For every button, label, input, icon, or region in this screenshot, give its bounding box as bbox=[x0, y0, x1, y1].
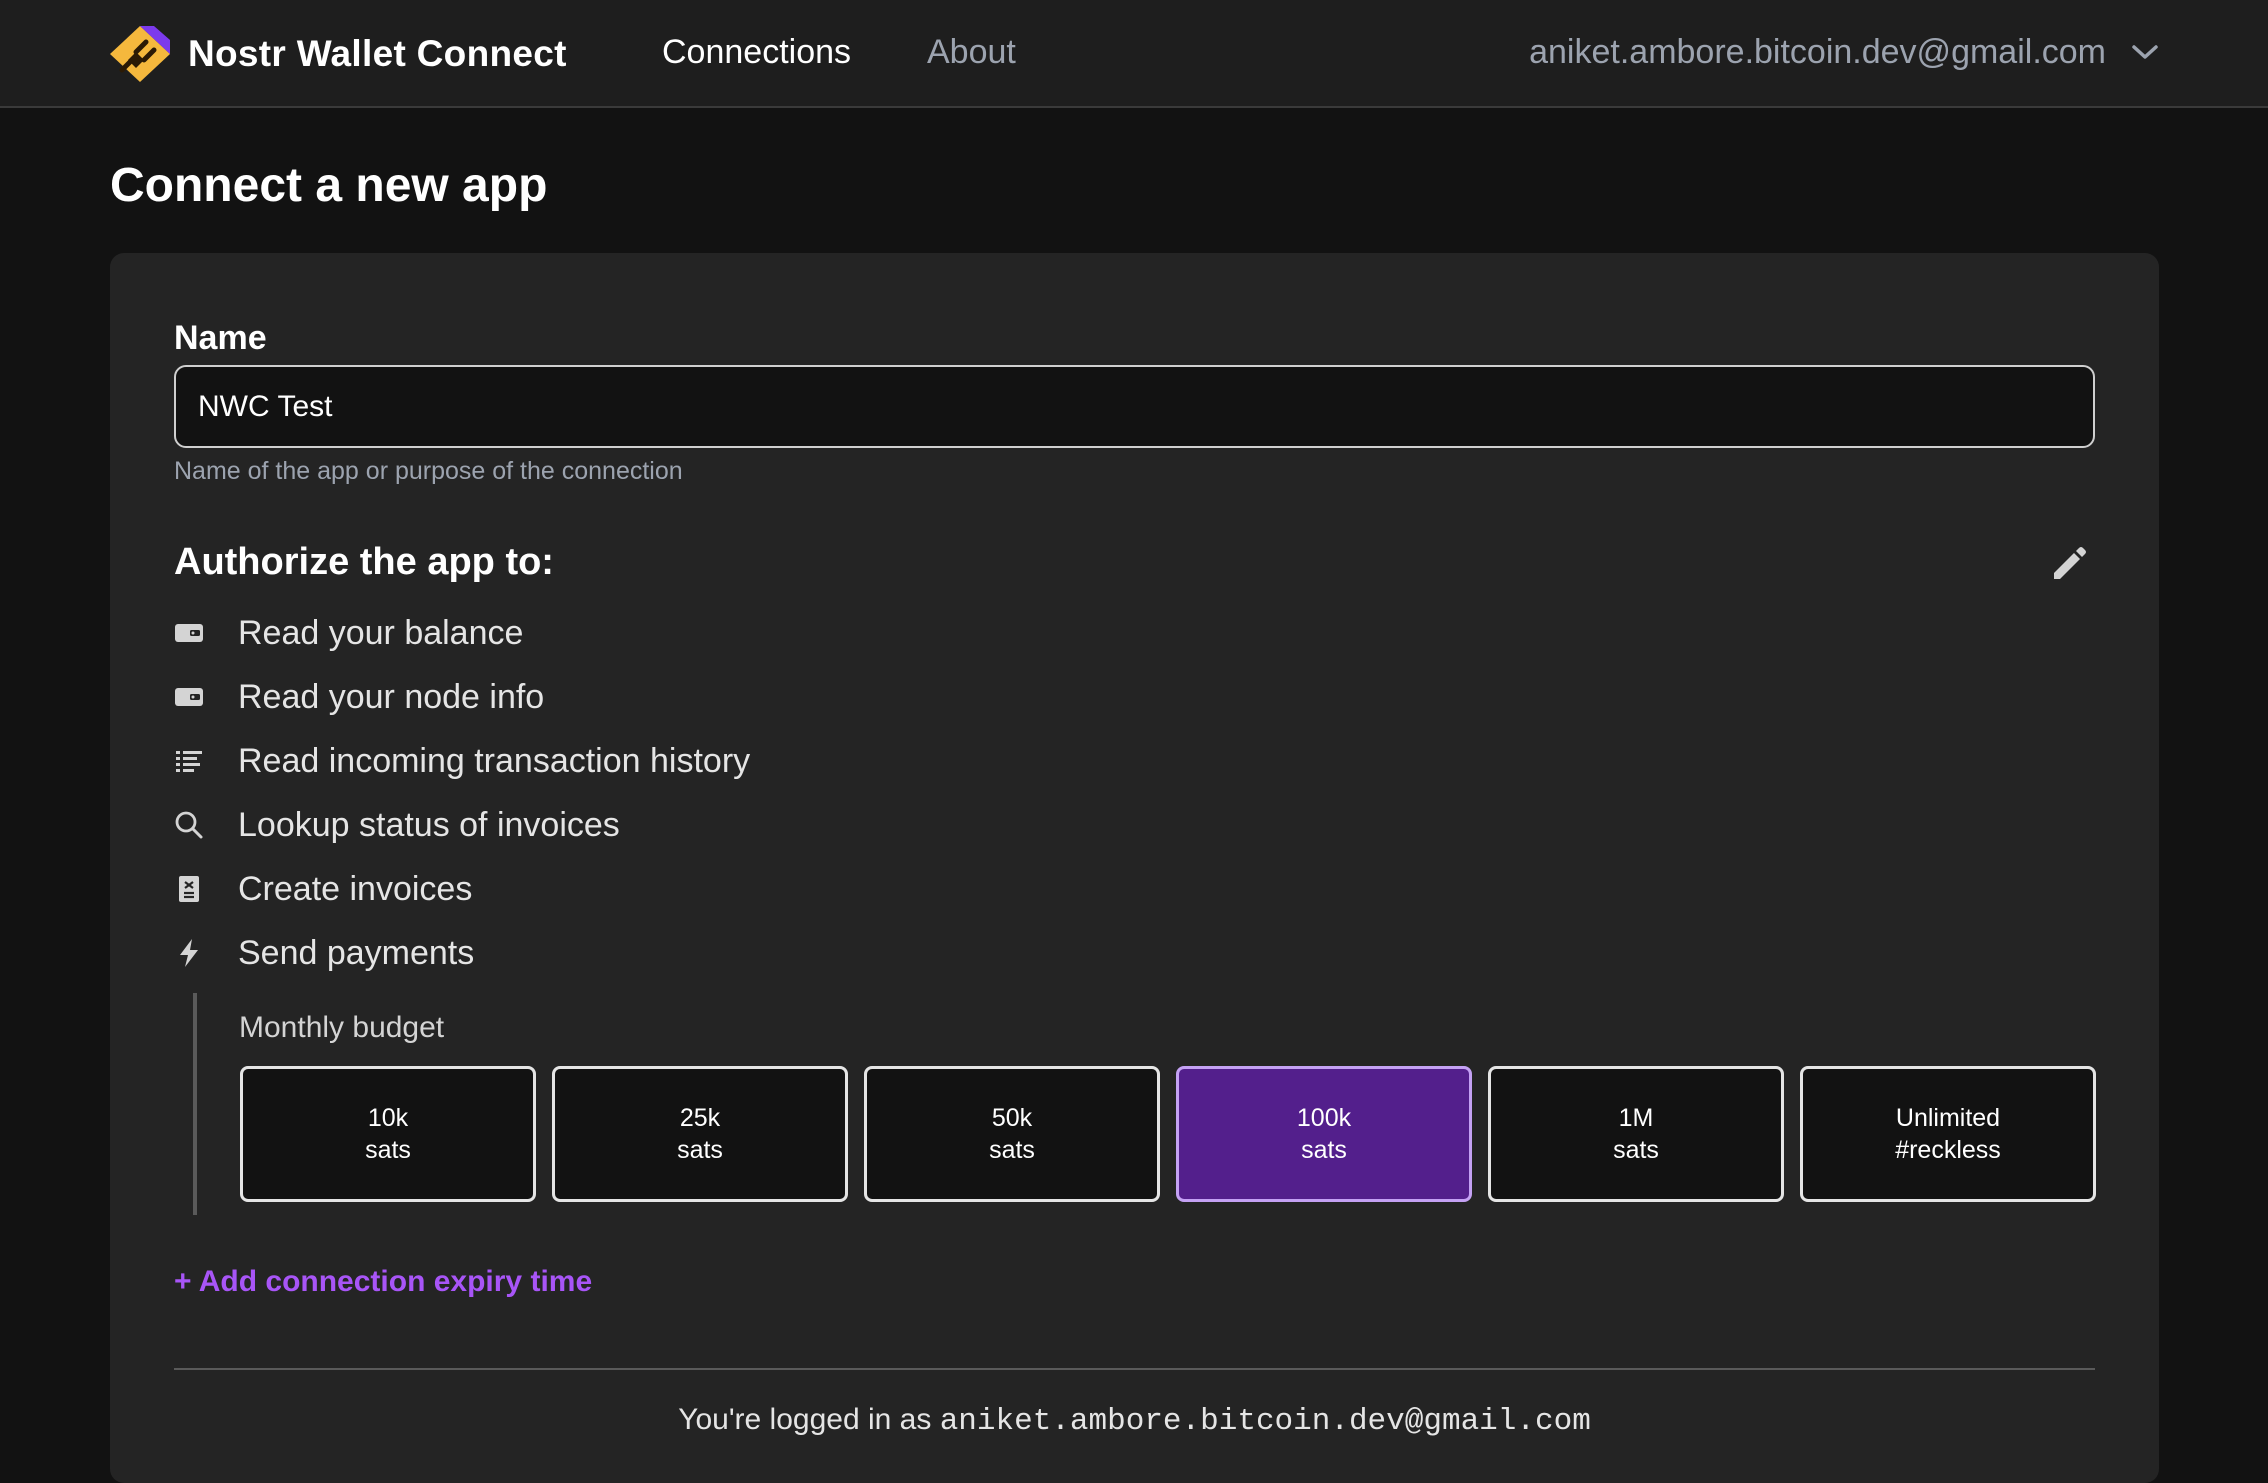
budget-option-25k[interactable]: 25k sats bbox=[552, 1066, 848, 1202]
name-label: Name bbox=[174, 319, 267, 357]
budget-option-100k[interactable]: 100k sats bbox=[1176, 1066, 1472, 1202]
brand[interactable]: Nostr Wallet Connect bbox=[106, 22, 567, 86]
budget-amount: 1M bbox=[1618, 1104, 1654, 1132]
monthly-budget-section: Monthly budget 10k sats 25k sats 50k sat… bbox=[193, 993, 2096, 1215]
wallet-icon bbox=[174, 618, 204, 648]
permission-item: Read incoming transaction history bbox=[174, 729, 750, 793]
permission-label: Read your node info bbox=[238, 677, 545, 716]
permission-item: Send payments bbox=[174, 921, 750, 985]
budget-unit: sats bbox=[1301, 1136, 1347, 1164]
budget-amount: 10k bbox=[367, 1104, 409, 1132]
permission-label: Read incoming transaction history bbox=[238, 741, 751, 780]
budget-unit: sats bbox=[989, 1136, 1035, 1164]
permission-item: Create invoices bbox=[174, 857, 750, 921]
permission-label: Lookup status of invoices bbox=[238, 805, 620, 844]
permission-item: Lookup status of invoices bbox=[174, 793, 750, 857]
add-expiry-link[interactable]: + Add connection expiry time bbox=[174, 1265, 592, 1299]
permission-item: Read your balance bbox=[174, 601, 750, 665]
pencil-icon[interactable] bbox=[2048, 545, 2088, 585]
permission-label: Create invoices bbox=[238, 869, 473, 908]
nav-connections[interactable]: Connections bbox=[662, 30, 851, 74]
name-input[interactable] bbox=[174, 365, 2095, 448]
search-icon bbox=[174, 810, 204, 840]
wallet-icon bbox=[174, 682, 204, 712]
budget-label: Monthly budget bbox=[239, 1011, 445, 1044]
budget-options: 10k sats 25k sats 50k sats 100k sats 1M … bbox=[240, 1066, 2096, 1202]
budget-amount: 25k bbox=[679, 1104, 721, 1132]
nwc-logo-icon bbox=[110, 26, 170, 82]
authorize-title: Authorize the app to: bbox=[174, 541, 554, 583]
permission-label: Send payments bbox=[238, 933, 475, 972]
budget-option-1m[interactable]: 1M sats bbox=[1488, 1066, 1784, 1202]
permission-label: Read your balance bbox=[238, 613, 524, 652]
user-menu[interactable]: aniket.ambore.bitcoin.dev@gmail.com bbox=[1529, 28, 2160, 76]
name-help-text: Name of the app or purpose of the connec… bbox=[174, 457, 683, 485]
brand-name: Nostr Wallet Connect bbox=[188, 33, 567, 74]
chevron-down-icon bbox=[2132, 45, 2158, 59]
nav-about[interactable]: About bbox=[927, 30, 1016, 74]
top-nav: Nostr Wallet Connect Connections About a… bbox=[0, 0, 2268, 108]
logged-in-info: You're logged in as aniket.ambore.bitcoi… bbox=[110, 1403, 2159, 1439]
budget-amount: 100k bbox=[1296, 1104, 1352, 1132]
budget-unit: sats bbox=[365, 1136, 411, 1164]
budget-option-10k[interactable]: 10k sats bbox=[240, 1066, 536, 1202]
budget-option-50k[interactable]: 50k sats bbox=[864, 1066, 1160, 1202]
budget-option-unlimited[interactable]: Unlimited #reckless bbox=[1800, 1066, 2096, 1202]
logged-in-prefix: You're logged in as bbox=[678, 1403, 932, 1436]
budget-unit: sats bbox=[677, 1136, 723, 1164]
budget-amount: 50k bbox=[991, 1104, 1033, 1132]
budget-unit: sats bbox=[1613, 1136, 1659, 1164]
budget-unit: #reckless bbox=[1895, 1136, 2001, 1164]
permission-item: Read your node info bbox=[174, 665, 750, 729]
receipt-icon bbox=[174, 874, 204, 904]
page-title: Connect a new app bbox=[110, 159, 548, 212]
connect-app-form: Name Name of the app or purpose of the c… bbox=[110, 253, 2159, 1483]
user-email: aniket.ambore.bitcoin.dev@gmail.com bbox=[1529, 32, 2106, 71]
logged-in-email: aniket.ambore.bitcoin.dev@gmail.com bbox=[939, 1404, 1591, 1439]
budget-amount: Unlimited bbox=[1895, 1104, 2001, 1132]
divider bbox=[174, 1368, 2095, 1370]
permission-list: Read your balance Read your node info Re… bbox=[174, 601, 750, 985]
lightning-icon bbox=[174, 938, 204, 968]
list-icon bbox=[174, 746, 204, 776]
